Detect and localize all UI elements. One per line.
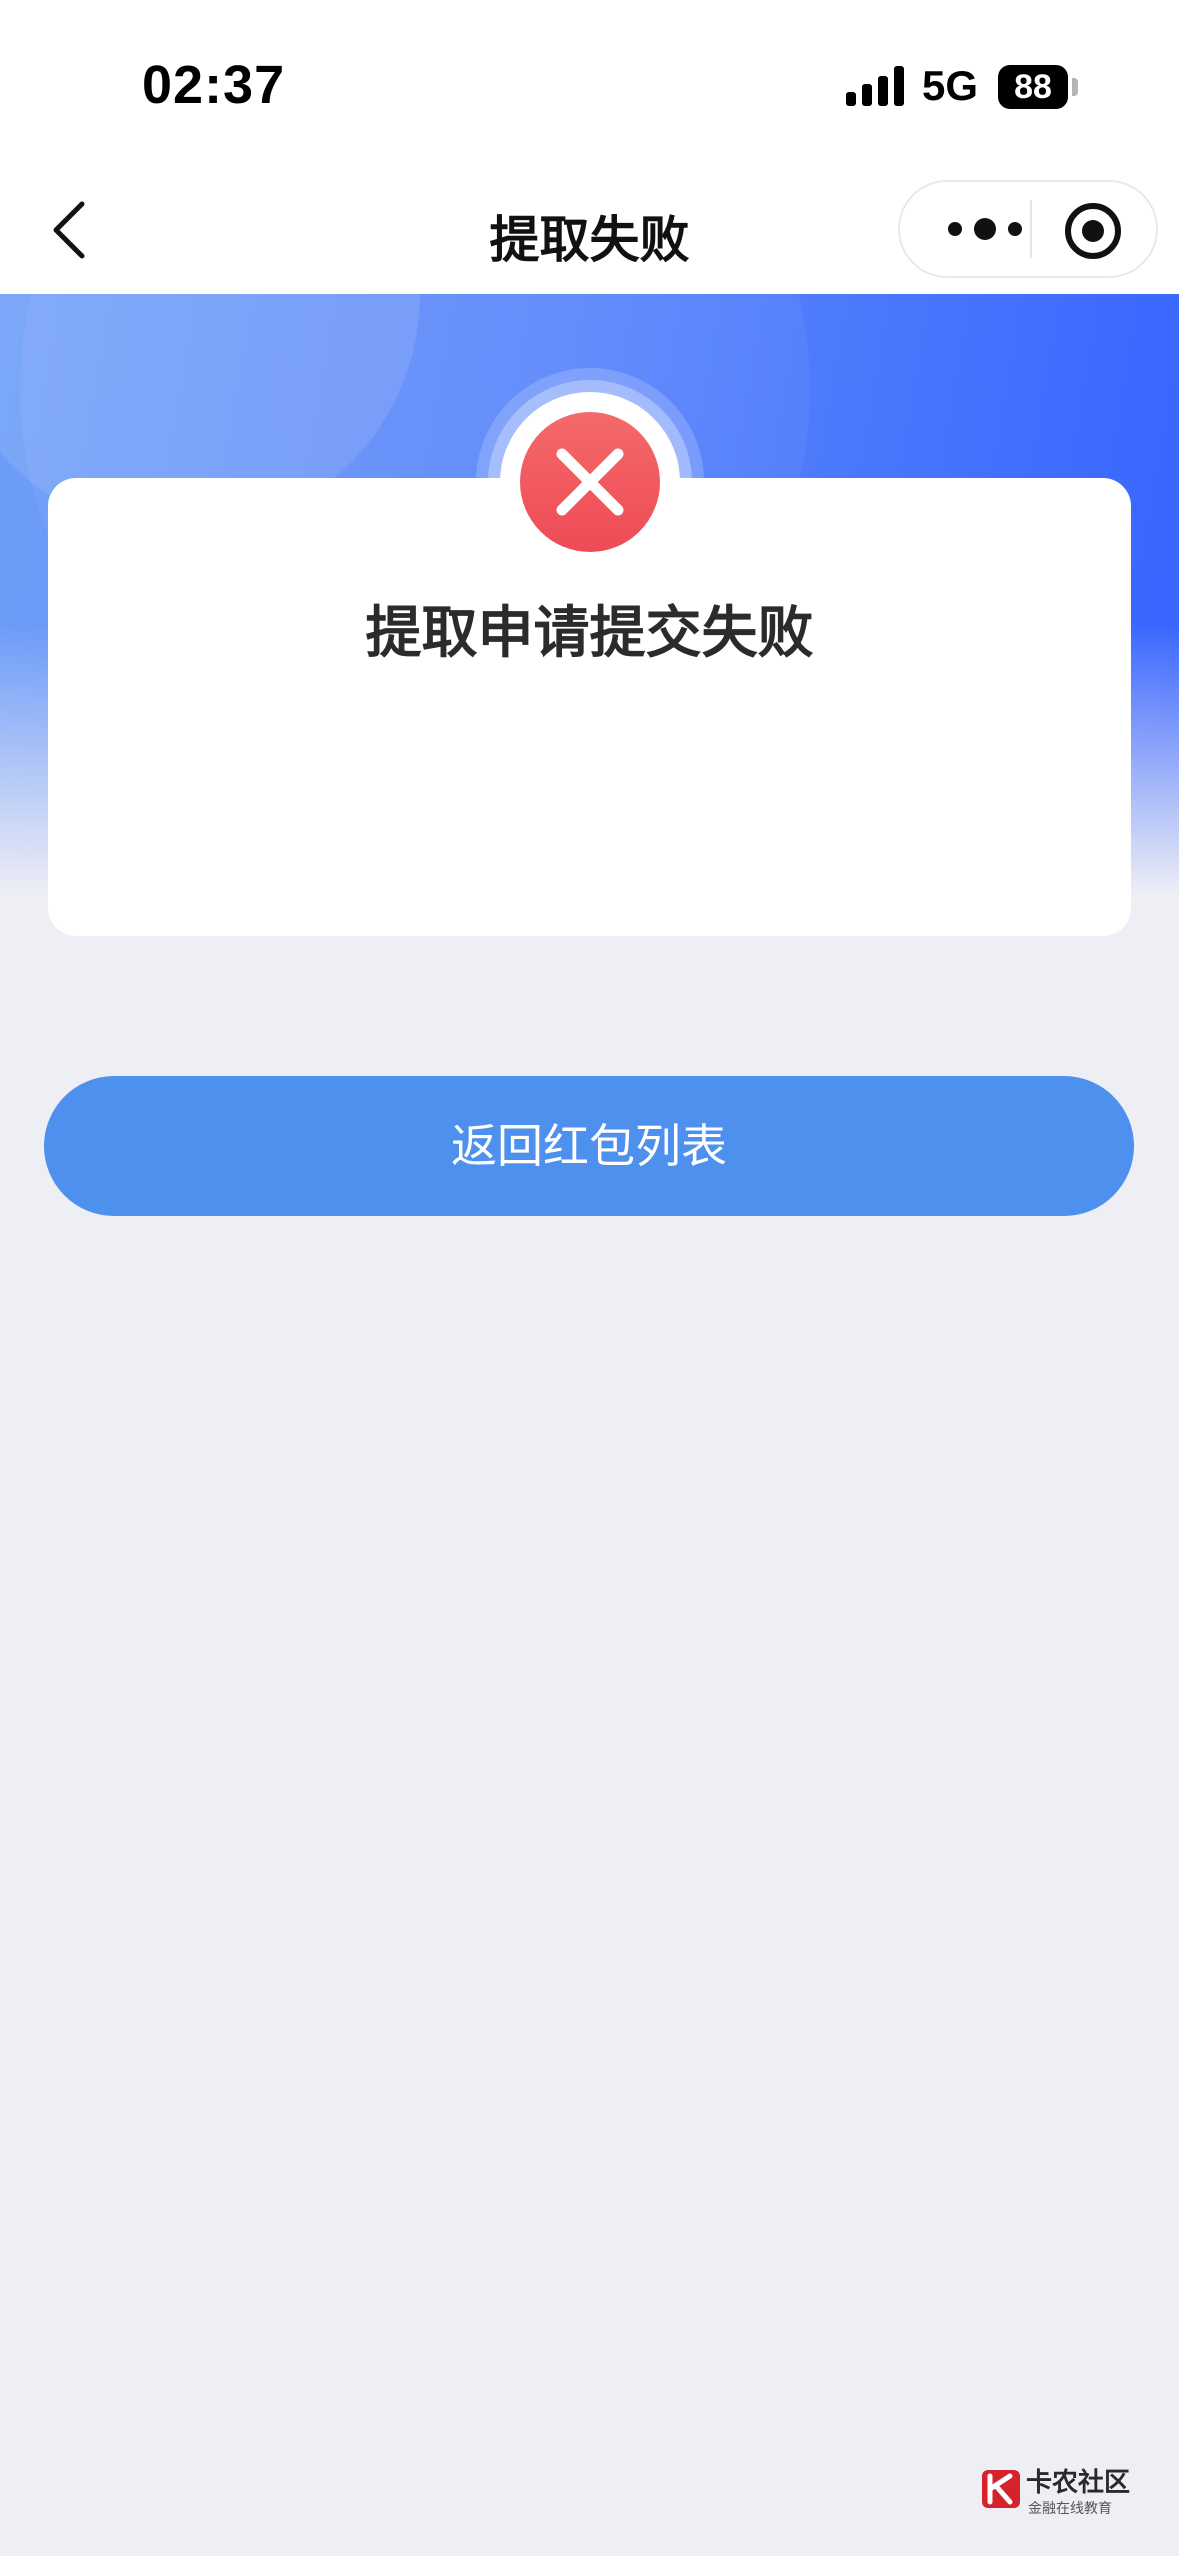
watermark-logo: 卡农社区 金融在线教育 bbox=[978, 2456, 1158, 2536]
return-to-redpacket-list-button[interactable]: 返回红包列表 bbox=[44, 1076, 1134, 1216]
status-time: 02:37 bbox=[142, 55, 286, 115]
capsule-divider bbox=[1030, 200, 1032, 258]
cellular-signal-icon bbox=[846, 66, 906, 106]
watermark-name: 卡农社区 bbox=[1026, 2468, 1131, 2498]
status-bar: 02:37 5G 88 bbox=[0, 0, 1179, 170]
network-type: 5G bbox=[922, 62, 979, 109]
error-x-icon bbox=[476, 368, 704, 596]
more-dots-icon[interactable] bbox=[940, 204, 1030, 254]
nav-bar: 提取失败 bbox=[0, 170, 1179, 294]
mini-program-capsule bbox=[898, 180, 1158, 278]
battery-icon: 88 bbox=[998, 65, 1068, 109]
error-status bbox=[474, 366, 706, 598]
kanong-logo-icon bbox=[982, 2470, 1020, 2508]
battery-tip bbox=[1072, 78, 1078, 96]
result-title: 提取申请提交失败 bbox=[365, 601, 814, 666]
battery-level: 88 bbox=[1014, 68, 1052, 106]
watermark-tagline: 金融在线教育 bbox=[1028, 2501, 1112, 2517]
target-icon[interactable] bbox=[1060, 198, 1126, 264]
